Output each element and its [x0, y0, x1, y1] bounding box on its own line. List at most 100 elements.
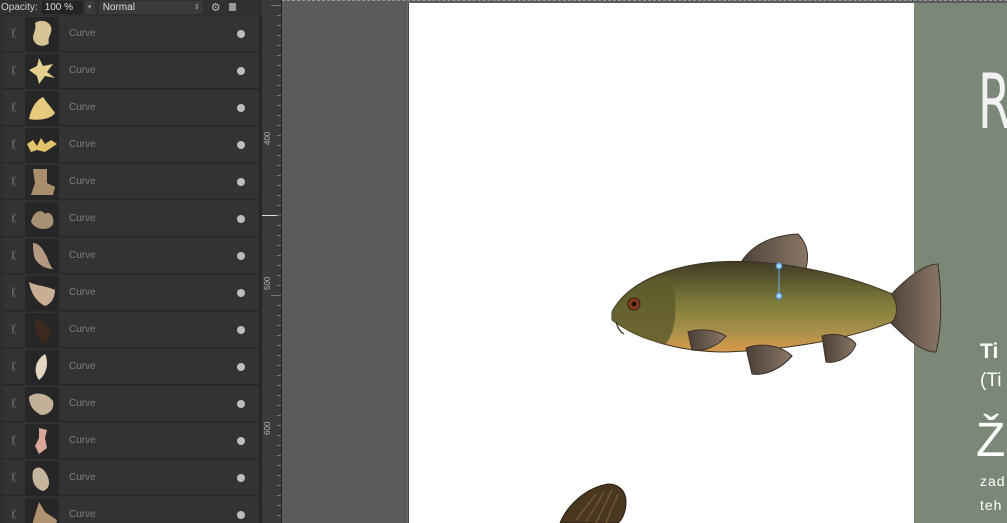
layer-name[interactable]: Curve	[69, 164, 96, 200]
layer-row[interactable]: ᛕ Curve	[3, 16, 259, 52]
blend-mode-select[interactable]: Normal ⇕	[98, 0, 203, 14]
body-line-2: teh	[980, 497, 1003, 513]
vector-curve-icon: ᛕ	[10, 287, 18, 299]
layer-name[interactable]: Curve	[69, 127, 96, 163]
visibility-toggle-icon[interactable]	[237, 67, 245, 75]
visibility-toggle-icon[interactable]	[237, 104, 245, 112]
vector-curve-icon: ᛕ	[10, 472, 18, 484]
second-fish-fin-illustration[interactable]	[556, 480, 636, 523]
ruler-tick	[277, 255, 281, 256]
layer-row[interactable]: ᛕ Curve	[3, 275, 259, 311]
ruler-tick	[277, 105, 281, 106]
ruler-tick	[277, 245, 281, 246]
visibility-toggle-icon[interactable]	[237, 511, 245, 519]
visibility-toggle-icon[interactable]	[237, 30, 245, 38]
vector-curve-icon: ᛕ	[10, 250, 18, 262]
chevron-updown-icon: ⇕	[193, 3, 200, 11]
ruler-tick	[277, 345, 281, 346]
layer-thumbnail[interactable]	[25, 350, 59, 384]
species-name: Ti	[980, 340, 999, 363]
visibility-toggle-icon[interactable]	[237, 178, 245, 186]
layer-thumbnail[interactable]	[25, 461, 59, 495]
ruler-tick	[277, 155, 281, 156]
layer-name[interactable]: Curve	[69, 238, 96, 274]
layer-row[interactable]: ᛕ Curve	[3, 164, 259, 200]
opacity-input[interactable]: 100 %	[41, 0, 83, 14]
ruler-tick	[277, 395, 281, 396]
layer-row[interactable]: ᛕ Curve	[3, 90, 259, 126]
layer-name[interactable]: Curve	[69, 312, 96, 348]
vertical-ruler: 400 500 600	[262, 0, 282, 523]
tench-fish-illustration[interactable]	[606, 228, 942, 380]
ruler-label: 600	[263, 421, 272, 435]
layer-thumbnail[interactable]	[25, 91, 59, 125]
ruler-tick	[277, 215, 281, 216]
visibility-toggle-icon[interactable]	[237, 141, 245, 149]
section-letter: Ž	[976, 414, 1006, 467]
visibility-toggle-icon[interactable]	[237, 326, 245, 334]
layer-name[interactable]: Curve	[69, 201, 96, 237]
visibility-toggle-icon[interactable]	[237, 400, 245, 408]
ruler-tick	[277, 225, 281, 226]
vector-curve-icon: ᛕ	[10, 361, 18, 373]
layer-name[interactable]: Curve	[69, 90, 96, 126]
layer-name[interactable]: Curve	[69, 386, 96, 422]
layer-row[interactable]: ᛕ Curve	[3, 423, 259, 459]
layer-thumbnail[interactable]	[25, 17, 59, 51]
visibility-toggle-icon[interactable]	[237, 252, 245, 260]
layer-name[interactable]: Curve	[69, 349, 96, 385]
visibility-toggle-icon[interactable]	[237, 474, 245, 482]
ruler-tick	[277, 95, 281, 96]
body-line-1: zad	[980, 473, 1006, 489]
layer-row[interactable]: ᛕ Curve	[3, 53, 259, 89]
layer-row[interactable]: ᛕ Curve	[3, 238, 259, 274]
layer-row[interactable]: ᛕ Curve	[3, 312, 259, 348]
layer-thumbnail[interactable]	[25, 424, 59, 458]
layer-row[interactable]: ᛕ Curve	[3, 349, 259, 385]
layer-name[interactable]: Curve	[69, 423, 96, 459]
layer-row[interactable]: ᛕ Curve	[3, 201, 259, 237]
ruler-tick	[277, 475, 281, 476]
layer-row[interactable]: ᛕ Curve	[3, 386, 259, 422]
visibility-toggle-icon[interactable]	[237, 289, 245, 297]
opacity-dropdown-icon[interactable]: ▾	[84, 0, 95, 14]
ruler-tick	[277, 265, 281, 266]
ruler-tick	[277, 55, 281, 56]
layer-thumbnail[interactable]	[25, 202, 59, 236]
layer-name[interactable]: Curve	[69, 16, 96, 52]
layer-name[interactable]: Curve	[69, 275, 96, 311]
ruler-tick	[277, 115, 281, 116]
layers-toolbar: Opacity: 100 % ▾ Normal ⇕ ⚙	[0, 0, 262, 14]
ruler-tick	[277, 495, 281, 496]
ruler-tick	[277, 415, 281, 416]
ruler-tick	[277, 505, 281, 506]
layer-thumbnail[interactable]	[25, 276, 59, 310]
opacity-label: Opacity:	[1, 1, 38, 13]
ruler-tick	[277, 205, 281, 206]
layer-row[interactable]: ᛕ Curve	[3, 460, 259, 496]
ruler-tick	[277, 435, 281, 436]
layer-row[interactable]: ᛕ Curve	[3, 497, 259, 523]
ruler-tick	[277, 175, 281, 176]
layer-thumbnail[interactable]	[25, 498, 59, 523]
ruler-tick	[271, 5, 281, 6]
ruler-tick	[277, 45, 281, 46]
document-heading-letter: R	[978, 57, 1007, 146]
layer-thumbnail[interactable]	[25, 239, 59, 273]
layer-thumbnail[interactable]	[25, 54, 59, 88]
gear-icon[interactable]: ⚙	[211, 1, 221, 14]
visibility-toggle-icon[interactable]	[237, 363, 245, 371]
lock-icon[interactable]	[228, 3, 236, 11]
layer-thumbnail[interactable]	[25, 165, 59, 199]
layer-name[interactable]: Curve	[69, 497, 96, 523]
ruler-tick	[277, 25, 281, 26]
visibility-toggle-icon[interactable]	[237, 215, 245, 223]
layer-name[interactable]: Curve	[69, 53, 96, 89]
visibility-toggle-icon[interactable]	[237, 437, 245, 445]
layer-thumbnail[interactable]	[25, 387, 59, 421]
vector-curve-icon: ᛕ	[10, 28, 18, 40]
layer-thumbnail[interactable]	[25, 313, 59, 347]
layer-thumbnail[interactable]	[25, 128, 59, 162]
layer-row[interactable]: ᛕ Curve	[3, 127, 259, 163]
layer-name[interactable]: Curve	[69, 460, 96, 496]
